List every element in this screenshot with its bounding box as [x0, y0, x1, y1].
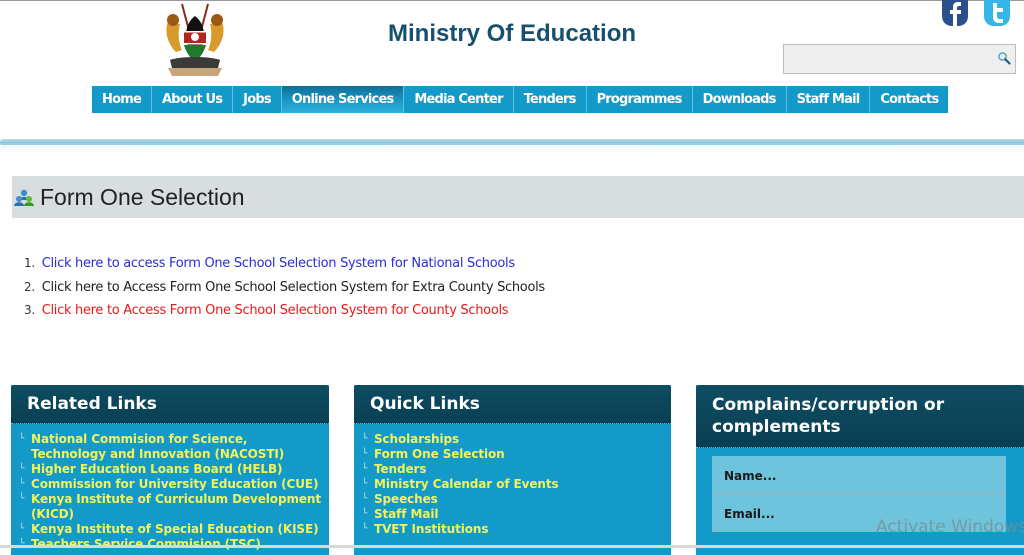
link-label: Speeches: [374, 492, 438, 506]
search-input[interactable]: [788, 45, 992, 73]
coat-of-arms-logo[interactable]: [160, 2, 230, 77]
tree-branch-icon: └: [19, 479, 25, 489]
tree-branch-icon: └: [19, 464, 25, 474]
related-link-helb[interactable]: └ Higher Education Loans Board (HELB): [19, 462, 321, 477]
users-group-icon: [14, 189, 34, 206]
page-title-bar: Form One Selection: [12, 176, 1024, 218]
name-field[interactable]: Name...: [712, 456, 1006, 494]
quick-links-list: └ Scholarships └ Form One Selection └ Tende…: [354, 424, 671, 537]
nav-jobs[interactable]: Jobs: [233, 86, 282, 113]
activate-windows-watermark: Activate Windows: [876, 517, 1024, 537]
header-divider-shadow: [0, 145, 1024, 153]
quick-link-calendar[interactable]: └ Ministry Calendar of Events: [362, 477, 663, 492]
quick-link-speeches[interactable]: └ Speeches: [362, 492, 663, 507]
tree-branch-icon: └: [19, 434, 25, 444]
tree-branch-icon: └: [362, 434, 368, 444]
related-link-cue[interactable]: └ Commission for University Education (CU…: [19, 477, 321, 492]
quick-link-scholarships[interactable]: └ Scholarships: [362, 432, 663, 447]
selection-links-list: 1. Click here to access Form One School …: [24, 253, 545, 324]
tree-branch-icon: └: [362, 524, 368, 534]
quick-link-form-one-selection[interactable]: └ Form One Selection: [362, 447, 663, 462]
quick-link-tvet[interactable]: └ TVET Institutions: [362, 522, 663, 537]
nav-contacts[interactable]: Contacts: [870, 86, 949, 113]
panel-heading: Complains/corruption or complements: [696, 385, 1024, 448]
search-icon[interactable]: [997, 51, 1011, 65]
link-label: Staff Mail: [374, 507, 439, 521]
tree-branch-icon: └: [362, 479, 368, 489]
tree-branch-icon: └: [362, 449, 368, 459]
nav-programmes[interactable]: Programmes: [586, 86, 693, 113]
link-label: National Commision for Science, Technolo…: [31, 432, 285, 461]
nav-about-us[interactable]: About Us: [151, 86, 234, 113]
site-title: Ministry Of Education: [388, 20, 637, 47]
nav-tenders[interactable]: Tenders: [513, 86, 587, 113]
link-label: Scholarships: [374, 432, 460, 446]
panel-heading: Related Links: [11, 385, 329, 424]
facebook-icon[interactable]: [940, 0, 970, 26]
list-number: 1.: [24, 256, 35, 270]
nav-downloads[interactable]: Downloads: [692, 86, 787, 113]
related-links-panel: Related Links └ National Commision for Sc…: [11, 385, 329, 555]
link-label: Kenya Institute of Curriculum Developmen…: [31, 492, 321, 521]
link-label: Tenders: [374, 462, 427, 476]
tree-branch-icon: └: [362, 494, 368, 504]
quick-link-tenders[interactable]: └ Tenders: [362, 462, 663, 477]
link-label: Kenya Institute of Special Education (KI…: [31, 522, 319, 536]
search-box[interactable]: [783, 44, 1016, 74]
extra-county-schools-link[interactable]: Click here to Access Form One School Sel…: [42, 280, 546, 295]
county-schools-link[interactable]: Click here to Access Form One School Sel…: [42, 303, 509, 318]
link-label: Ministry Calendar of Events: [374, 477, 559, 491]
main-nav: Home About Us Jobs Online Services Media…: [92, 86, 949, 113]
tree-branch-icon: └: [362, 464, 368, 474]
national-schools-link[interactable]: Click here to access Form One School Sel…: [42, 256, 515, 271]
nav-staff-mail[interactable]: Staff Mail: [786, 86, 871, 113]
twitter-icon[interactable]: [982, 0, 1012, 26]
link-label: Higher Education Loans Board (HELB): [31, 462, 283, 476]
tree-branch-icon: └: [19, 494, 25, 504]
tree-branch-icon: └: [19, 524, 25, 534]
link-label: TVET Institutions: [374, 522, 489, 536]
quick-link-staff-mail[interactable]: └ Staff Mail: [362, 507, 663, 522]
page-title: Form One Selection: [40, 184, 245, 210]
list-number: 2.: [24, 279, 35, 294]
nav-home[interactable]: Home: [92, 86, 152, 113]
quick-links-panel: Quick Links └ Scholarships └ Form One Sele…: [354, 385, 671, 555]
list-item: 3. Click here to Access Form One School …: [24, 300, 545, 324]
site-header: Ministry Of Education: [0, 0, 1024, 145]
panel-heading: Quick Links: [354, 385, 671, 424]
link-label: Form One Selection: [374, 447, 505, 461]
link-label: Commission for University Education (CUE…: [31, 477, 319, 491]
nav-online-services[interactable]: Online Services: [281, 86, 405, 113]
related-link-kise[interactable]: └ Kenya Institute of Special Education (K…: [19, 522, 321, 537]
list-number: 3.: [24, 303, 35, 317]
nav-media-center[interactable]: Media Center: [404, 86, 514, 113]
related-link-kicd[interactable]: └ Kenya Institute of Curriculum Developme…: [19, 492, 321, 522]
related-link-nacosti[interactable]: └ National Commision for Science, Technol…: [19, 432, 321, 462]
tree-branch-icon: └: [362, 509, 368, 519]
related-links-list: └ National Commision for Science, Technol…: [11, 424, 329, 552]
list-item: 1. Click here to access Form One School …: [24, 253, 545, 277]
list-item: 2. Click here to Access Form One School …: [24, 277, 545, 301]
